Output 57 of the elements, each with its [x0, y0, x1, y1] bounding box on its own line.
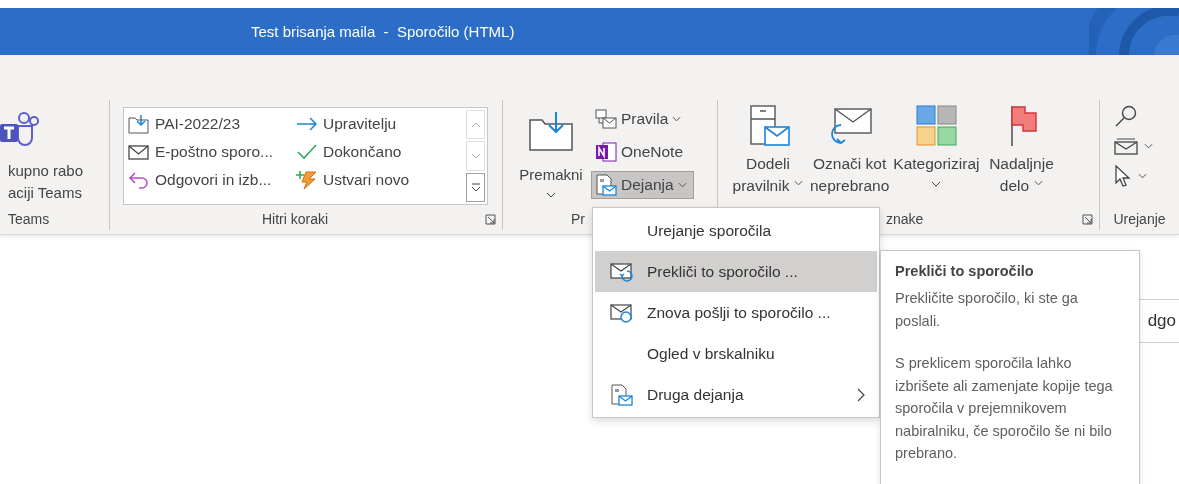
chevron-down-icon [1138, 173, 1147, 179]
menu-item[interactable]: Urejanje sporočila [595, 210, 877, 251]
ribbon-button[interactable]: Kategoriziraj [893, 105, 980, 187]
quick-step[interactable]: E-poštno sporo... [128, 138, 296, 166]
dialog-launcher-icon[interactable] [1082, 214, 1093, 225]
quick-step[interactable]: Ustvari novo [296, 166, 466, 194]
tooltip-text: S preklicem sporočila lahko izbrišete ali zamenjate kopije tega sporočila v prejemnikovem nabiralniku, če sporočilo še ni bilo prebrano. [895, 354, 1114, 463]
more-button[interactable] [466, 172, 485, 202]
tooltip-text: Prekličite sporočilo, ki ste ga poslali. [895, 289, 1079, 331]
folder-arrow-icon [128, 114, 150, 134]
menu-item[interactable]: Prekliči to sporočilo ... [595, 251, 877, 292]
group-label: Hitri koraki [260, 210, 330, 229]
group-label: Pr [570, 210, 586, 229]
search-icon [1114, 105, 1138, 127]
expand-icon [470, 182, 481, 192]
envelope-icon [1114, 137, 1138, 155]
color-squares-icon [913, 105, 960, 147]
envelope-undo-icon [610, 261, 634, 282]
lightning-plus-icon [296, 170, 318, 190]
ribbon-button[interactable]: Pravila [591, 105, 694, 133]
group-label: Teams [7, 210, 51, 229]
check-icon [296, 142, 318, 162]
reply-arrow-icon [128, 170, 150, 190]
group-label: Urejanje [1112, 210, 1167, 229]
move-button[interactable]: Premakni [515, 110, 587, 198]
ribbon-button[interactable]: OneNote [591, 138, 694, 166]
ribbon-button[interactable]: Označi kot neprebrano [810, 105, 890, 197]
select-dropdown-button[interactable] [1114, 165, 1147, 187]
quick-step[interactable]: Upravitelju [296, 110, 466, 138]
envelope-refresh-icon [610, 302, 634, 323]
rules-icon [595, 109, 617, 129]
dialog-launcher-icon[interactable] [485, 214, 496, 225]
document-envelope-icon [610, 383, 634, 406]
quick-step[interactable]: Dokončano [296, 138, 466, 166]
menu-item[interactable]: Druga dejanja [595, 374, 877, 415]
window-title: Test brisanja maila - Sporočilo (HTML) [251, 23, 515, 40]
ribbon-button[interactable]: Nadaljnje delo [983, 105, 1060, 197]
chevron-down-icon [470, 153, 481, 159]
chevron-down-icon [1144, 143, 1153, 149]
tooltip-title: Prekliči to sporočilo [895, 263, 1035, 279]
chevron-up-icon [470, 121, 481, 128]
share-to-teams-button[interactable]: kupno rabo aciji Teams [0, 105, 84, 204]
envelope-icon [128, 142, 150, 162]
search-button[interactable] [1114, 105, 1138, 127]
folder-arrow-icon [528, 110, 574, 152]
group-label: znake [885, 210, 925, 229]
ribbon-button[interactable]: Dejanja [591, 171, 694, 199]
document-envelope-icon [595, 174, 617, 196]
header-text: dgo [1147, 311, 1176, 331]
menu-item[interactable]: Ogled v brskalniku [595, 333, 877, 374]
quick-step[interactable]: PAI-2022/23 [128, 110, 296, 138]
pointer-icon [1114, 165, 1132, 187]
notebook-icon [595, 142, 617, 162]
menu-item[interactable]: Znova pošlji to sporočilo ... [595, 292, 877, 333]
ribbon-button[interactable]: Dodeli pravilnik [730, 105, 806, 197]
quick-step[interactable]: Odgovori in izb... [128, 166, 296, 194]
envelope-dropdown-button[interactable] [1114, 137, 1153, 155]
